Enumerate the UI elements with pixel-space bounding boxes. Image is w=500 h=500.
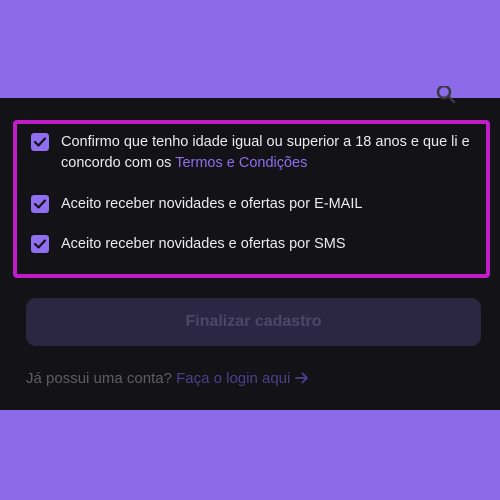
checkbox-sms[interactable] (31, 235, 49, 253)
login-prompt: Já possui uma conta? Faça o login aqui (26, 370, 309, 387)
checkmark-icon (34, 239, 46, 249)
login-prompt-text: Já possui uma conta? (26, 370, 172, 387)
login-link[interactable]: Faça o login aqui (176, 370, 308, 387)
finish-signup-button[interactable]: Finalizar cadastro (26, 298, 481, 346)
search-icon[interactable] (436, 86, 458, 104)
checkmark-icon (34, 137, 46, 147)
consent-row-email: Aceito receber novidades e ofertas por E… (31, 194, 489, 215)
consent-email-label: Aceito receber novidades e ofertas por E… (61, 196, 363, 212)
consent-sms-label: Aceito receber novidades e ofertas por S… (61, 236, 346, 252)
terms-link[interactable]: Termos e Condições (175, 155, 307, 171)
consent-row-sms: Aceito receber novidades e ofertas por S… (31, 234, 489, 255)
checkbox-email[interactable] (31, 195, 49, 213)
checkbox-terms[interactable] (31, 133, 49, 151)
consent-terms-label: Confirmo que tenho idade igual ou superi… (61, 132, 489, 174)
consent-row-terms: Confirmo que tenho idade igual ou superi… (31, 132, 489, 174)
checkmark-icon (34, 199, 46, 209)
login-link-label: Faça o login aqui (176, 370, 291, 387)
arrow-right-icon (294, 372, 308, 384)
